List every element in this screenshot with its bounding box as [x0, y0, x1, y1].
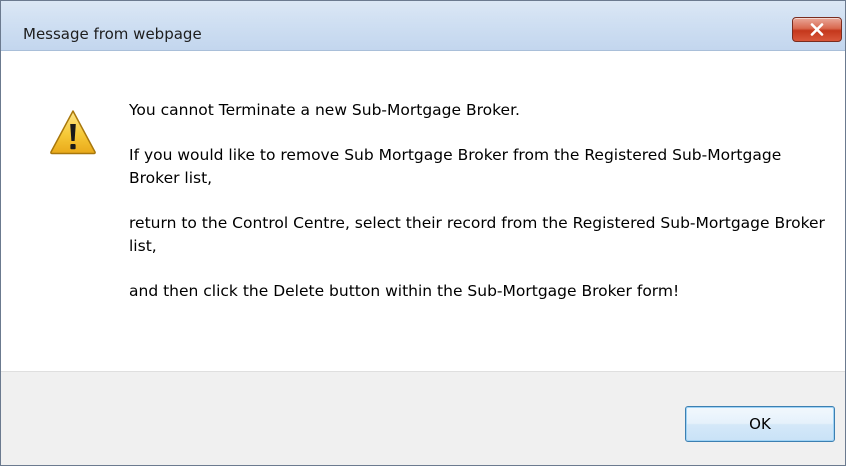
dialog-content: You cannot Terminate a new Sub-Mortgage … [1, 51, 845, 371]
close-button[interactable] [792, 17, 842, 42]
warning-icon [50, 110, 96, 155]
ok-button[interactable]: OK [685, 406, 835, 442]
message-line-1: You cannot Terminate a new Sub-Mortgage … [129, 101, 520, 119]
close-icon [810, 23, 824, 36]
window-title: Message from webpage [23, 25, 202, 43]
message-dialog: Message from webpage You cannot Terminat… [0, 0, 846, 466]
message-text: You cannot Terminate a new Sub-Mortgage … [129, 99, 829, 325]
title-bar[interactable]: Message from webpage [1, 1, 845, 51]
message-line-2: If you would like to remove Sub Mortgage… [129, 146, 782, 187]
message-line-3: return to the Control Centre, select the… [129, 214, 825, 255]
message-line-4: and then click the Delete button within … [129, 282, 680, 300]
dialog-footer: OK [1, 371, 845, 465]
